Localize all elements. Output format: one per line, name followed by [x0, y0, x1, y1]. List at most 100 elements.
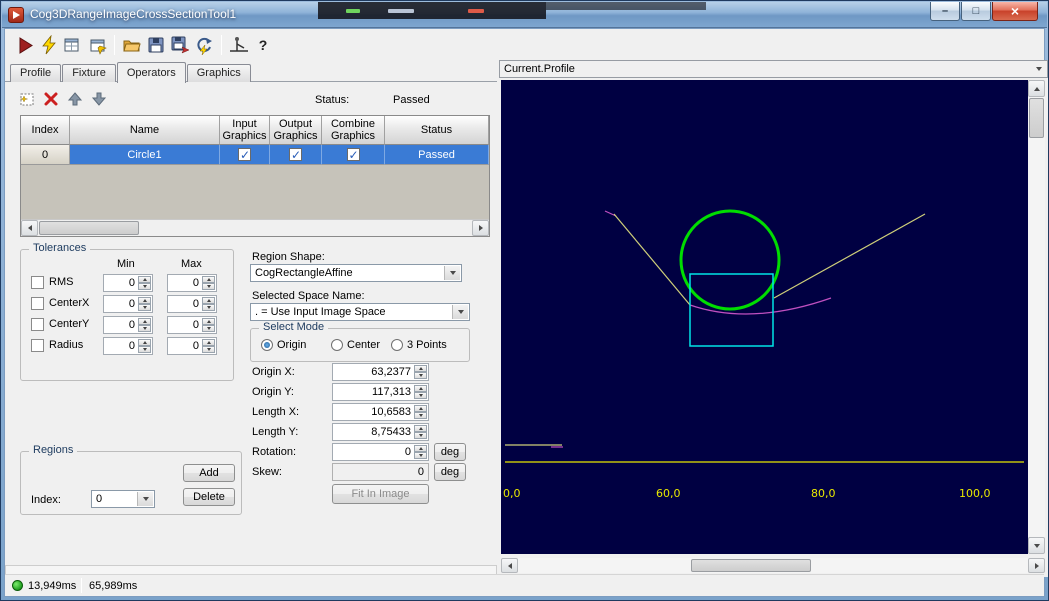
- move-down-button[interactable]: [87, 88, 111, 110]
- cell-output-graphics[interactable]: [270, 145, 322, 165]
- length-y-input[interactable]: [334, 425, 413, 439]
- tab-fixture[interactable]: Fixture: [62, 64, 116, 82]
- spin-up-button[interactable]: [202, 276, 215, 283]
- centery-min-input[interactable]: [105, 318, 137, 332]
- spin-up-button[interactable]: [138, 339, 151, 346]
- rms-max-input[interactable]: [169, 276, 201, 290]
- add-region-button[interactable]: Add: [183, 464, 235, 482]
- chevron-down-icon[interactable]: [1031, 62, 1046, 76]
- rms-min-input[interactable]: [105, 276, 137, 290]
- spin-up-button[interactable]: [414, 425, 427, 432]
- electrode-button[interactable]: [227, 33, 251, 57]
- spin-down-button[interactable]: [414, 372, 427, 379]
- spin-down-button[interactable]: [138, 283, 151, 290]
- profile-horizontal-scrollbar[interactable]: [501, 558, 1045, 573]
- combine-graphics-checkbox[interactable]: [347, 148, 360, 161]
- origin-y-input[interactable]: [334, 385, 413, 399]
- add-operator-button[interactable]: [15, 88, 39, 110]
- region-index-select[interactable]: 0: [91, 490, 155, 508]
- help-button[interactable]: ?: [251, 33, 275, 57]
- chevron-down-icon[interactable]: [137, 492, 153, 506]
- spin-down-button[interactable]: [202, 283, 215, 290]
- mode-center-radio[interactable]: Center: [331, 339, 380, 351]
- centerx-max-input[interactable]: [169, 297, 201, 311]
- spin-down-button[interactable]: [202, 346, 215, 353]
- spin-up-button[interactable]: [414, 405, 427, 412]
- delete-region-button[interactable]: Delete: [183, 488, 235, 506]
- save-as-button[interactable]: [168, 33, 192, 57]
- reset-button[interactable]: [192, 33, 216, 57]
- profile-vertical-scrollbar[interactable]: [1028, 80, 1045, 554]
- cell-input-graphics[interactable]: [220, 145, 270, 165]
- col-header-input[interactable]: Input Graphics: [220, 116, 270, 145]
- scrollbar-thumb[interactable]: [39, 221, 139, 235]
- spin-up-button[interactable]: [202, 339, 215, 346]
- title-bar[interactable]: Cog3DRangeImageCrossSectionTool1 – □ ×: [2, 2, 1047, 28]
- run-button[interactable]: [13, 33, 37, 57]
- table-horizontal-scrollbar[interactable]: [21, 219, 489, 236]
- profile-canvas[interactable]: 0,0 60,0 80,0 100,0: [501, 80, 1028, 554]
- radius-checkbox[interactable]: [31, 339, 44, 352]
- scroll-right-button[interactable]: [1028, 558, 1045, 573]
- spin-up-button[interactable]: [138, 318, 151, 325]
- col-header-index[interactable]: Index: [21, 116, 70, 145]
- move-up-button[interactable]: [63, 88, 87, 110]
- skew-field[interactable]: 0: [332, 463, 429, 481]
- spin-down-button[interactable]: [414, 452, 427, 459]
- tab-graphics[interactable]: Graphics: [187, 64, 251, 82]
- tab-profile[interactable]: Profile: [10, 64, 61, 82]
- delete-operator-button[interactable]: [39, 88, 63, 110]
- maximize-button[interactable]: □: [961, 2, 991, 21]
- scroll-left-button[interactable]: [21, 220, 38, 236]
- live-run-button[interactable]: [37, 33, 61, 57]
- spin-down-button[interactable]: [414, 412, 427, 419]
- origin-x-input[interactable]: [334, 365, 413, 379]
- spin-up-button[interactable]: [414, 385, 427, 392]
- spin-down-button[interactable]: [414, 392, 427, 399]
- close-button[interactable]: ×: [992, 2, 1038, 21]
- col-header-combine[interactable]: Combine Graphics: [322, 116, 385, 145]
- scrollbar-thumb[interactable]: [691, 559, 811, 572]
- scrollbar-thumb[interactable]: [1029, 98, 1044, 138]
- spin-down-button[interactable]: [202, 325, 215, 332]
- spin-up-button[interactable]: [202, 297, 215, 304]
- selected-space-select[interactable]: . = Use Input Image Space: [250, 303, 470, 321]
- rotation-deg-button[interactable]: deg: [434, 443, 466, 461]
- cell-name[interactable]: Circle1: [70, 145, 220, 165]
- rms-checkbox[interactable]: [31, 276, 44, 289]
- mode-origin-radio[interactable]: Origin: [261, 339, 306, 351]
- region-shape-select[interactable]: CogRectangleAffine: [250, 264, 462, 282]
- spin-down-button[interactable]: [138, 346, 151, 353]
- col-header-output[interactable]: Output Graphics: [270, 116, 322, 145]
- tab-operators[interactable]: Operators: [117, 62, 186, 83]
- cell-status[interactable]: Passed: [385, 145, 489, 165]
- chevron-down-icon[interactable]: [444, 266, 460, 280]
- radius-min-input[interactable]: [105, 339, 137, 353]
- output-graphics-checkbox[interactable]: [289, 148, 302, 161]
- spin-down-button[interactable]: [202, 304, 215, 311]
- col-header-status[interactable]: Status: [385, 116, 489, 145]
- cell-combine-graphics[interactable]: [322, 145, 385, 165]
- col-header-name[interactable]: Name: [70, 116, 220, 145]
- centerx-checkbox[interactable]: [31, 297, 44, 310]
- spin-up-button[interactable]: [414, 365, 427, 372]
- cell-index[interactable]: 0: [21, 145, 70, 165]
- radius-max-input[interactable]: [169, 339, 201, 353]
- fit-in-image-button[interactable]: Fit In Image: [332, 484, 429, 504]
- scroll-right-button[interactable]: [472, 220, 489, 236]
- spin-up-button[interactable]: [138, 276, 151, 283]
- spin-down-button[interactable]: [138, 304, 151, 311]
- spin-up-button[interactable]: [202, 318, 215, 325]
- scroll-left-button[interactable]: [501, 558, 518, 573]
- spin-down-button[interactable]: [414, 432, 427, 439]
- centerx-min-input[interactable]: [105, 297, 137, 311]
- skew-deg-button[interactable]: deg: [434, 463, 466, 481]
- spin-up-button[interactable]: [138, 297, 151, 304]
- chevron-down-icon[interactable]: [452, 305, 468, 319]
- centery-max-input[interactable]: [169, 318, 201, 332]
- pinned-display-button[interactable]: [85, 33, 109, 57]
- minimize-button[interactable]: –: [930, 2, 960, 21]
- save-button[interactable]: [144, 33, 168, 57]
- display-record-select[interactable]: Current.Profile: [499, 60, 1048, 78]
- input-graphics-checkbox[interactable]: [238, 148, 251, 161]
